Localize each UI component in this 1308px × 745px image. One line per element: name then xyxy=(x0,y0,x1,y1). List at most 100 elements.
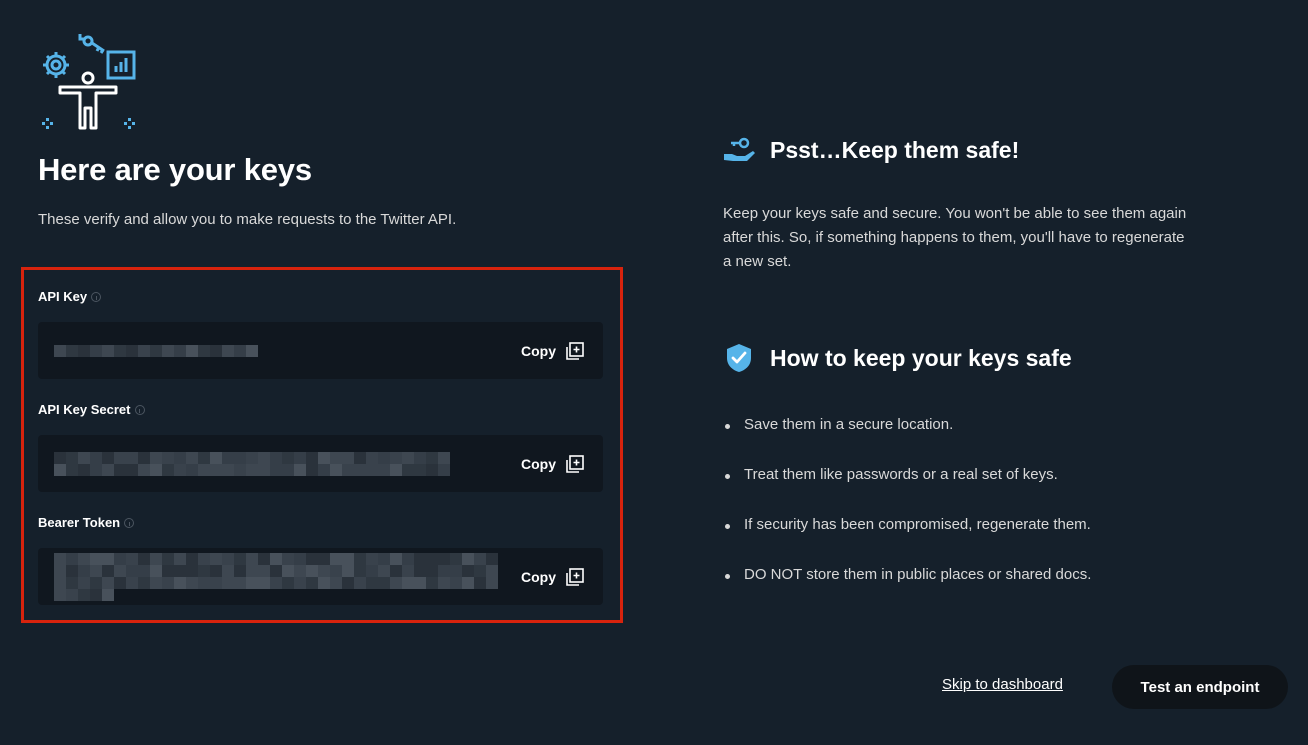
redacted-pixel xyxy=(318,576,330,589)
redacted-pixel xyxy=(90,451,102,464)
info-icon[interactable] xyxy=(134,404,145,415)
test-endpoint-button[interactable]: Test an endpoint xyxy=(1112,665,1288,709)
redacted-pixel xyxy=(126,463,138,476)
redacted-pixel xyxy=(306,552,318,565)
redacted-pixel xyxy=(390,552,402,565)
redacted-pixel xyxy=(282,564,294,577)
redacted-pixel xyxy=(246,576,258,589)
redacted-pixel xyxy=(54,344,66,357)
redacted-pixel xyxy=(102,451,114,464)
redacted-pixel xyxy=(462,589,474,601)
info-icon[interactable] xyxy=(91,291,102,302)
redacted-pixel xyxy=(186,564,198,577)
redacted-pixel xyxy=(426,552,438,565)
redacted-pixel xyxy=(114,463,126,476)
copy-label: Copy xyxy=(521,455,556,472)
safety-heading-text: Psst…Keep them safe! xyxy=(770,136,1020,163)
redacted-pixel xyxy=(318,564,330,577)
redacted-pixel xyxy=(174,344,186,357)
redacted-pixel xyxy=(66,564,78,577)
redacted-pixel xyxy=(54,451,66,464)
redacted-pixel xyxy=(102,344,114,357)
redacted-pixel xyxy=(78,576,90,589)
api-key-secret-copy-button[interactable]: Copy xyxy=(521,454,585,474)
redacted-pixel xyxy=(342,463,354,476)
api-key-field: Copy xyxy=(38,322,603,379)
redacted-pixel xyxy=(390,576,402,589)
redacted-pixel xyxy=(486,589,498,601)
redacted-pixel xyxy=(330,552,342,565)
skip-to-dashboard-link[interactable]: Skip to dashboard xyxy=(942,676,1063,693)
redacted-pixel xyxy=(162,463,174,476)
redacted-pixel xyxy=(246,564,258,577)
bearer-token-copy-button[interactable]: Copy xyxy=(521,567,585,587)
redacted-pixel xyxy=(54,463,66,476)
redacted-pixel xyxy=(426,463,438,476)
redacted-pixel xyxy=(294,552,306,565)
api-key-secret-masked-value xyxy=(54,451,450,476)
tip-item: DO NOT store them in public places or sh… xyxy=(723,566,1091,616)
redacted-pixel xyxy=(294,451,306,464)
bearer-token-field: Copy xyxy=(38,548,603,605)
redacted-pixel xyxy=(330,576,342,589)
redacted-pixel xyxy=(138,463,150,476)
bearer-token-masked-value xyxy=(54,552,504,601)
copy-icon xyxy=(566,567,584,586)
redacted-pixel xyxy=(90,344,102,357)
redacted-pixel xyxy=(474,589,486,601)
redacted-pixel xyxy=(114,564,126,577)
redacted-pixel xyxy=(222,451,234,464)
redacted-pixel xyxy=(90,463,102,476)
redacted-pixel xyxy=(366,589,378,601)
redacted-pixel xyxy=(198,344,210,357)
redacted-pixel xyxy=(294,463,306,476)
redacted-pixel xyxy=(162,564,174,577)
redacted-pixel xyxy=(186,451,198,464)
redacted-pixel xyxy=(90,564,102,577)
redacted-pixel xyxy=(66,344,78,357)
redacted-pixel xyxy=(462,564,474,577)
redacted-pixel xyxy=(186,552,198,565)
redacted-pixel xyxy=(66,463,78,476)
tip-item: If security has been compromised, regene… xyxy=(723,516,1091,566)
redacted-pixel xyxy=(114,344,126,357)
redacted-pixel xyxy=(474,576,486,589)
api-key-copy-button[interactable]: Copy xyxy=(521,341,585,361)
redacted-pixel xyxy=(258,589,270,601)
redacted-pixel xyxy=(162,552,174,565)
redacted-pixel xyxy=(66,552,78,565)
redacted-pixel xyxy=(234,576,246,589)
redacted-pixel xyxy=(318,463,330,476)
redacted-pixel xyxy=(294,576,306,589)
redacted-pixel xyxy=(222,463,234,476)
tips-list: Save them in a secure location. Treat th… xyxy=(723,416,1091,616)
copy-label: Copy xyxy=(521,342,556,359)
info-icon[interactable] xyxy=(124,517,135,528)
redacted-pixel xyxy=(438,463,450,476)
redacted-pixel xyxy=(234,589,246,601)
redacted-pixel xyxy=(438,589,450,601)
redacted-pixel xyxy=(330,463,342,476)
redacted-pixel xyxy=(222,344,234,357)
howto-heading: How to keep your keys safe xyxy=(723,342,1072,374)
redacted-pixel xyxy=(174,451,186,464)
redacted-pixel xyxy=(390,589,402,601)
copy-label: Copy xyxy=(521,568,556,585)
redacted-pixel xyxy=(330,564,342,577)
redacted-pixel xyxy=(306,463,318,476)
redacted-pixel xyxy=(114,552,126,565)
redacted-pixel xyxy=(210,451,222,464)
redacted-pixel xyxy=(78,344,90,357)
shield-check-icon xyxy=(727,344,751,372)
redacted-pixel xyxy=(378,451,390,464)
redacted-pixel xyxy=(126,451,138,464)
redacted-pixel xyxy=(162,589,174,601)
redacted-pixel xyxy=(414,576,426,589)
redacted-pixel xyxy=(126,589,138,601)
redacted-pixel xyxy=(78,552,90,565)
redacted-pixel xyxy=(414,463,426,476)
redacted-pixel xyxy=(174,552,186,565)
redacted-pixel xyxy=(150,451,162,464)
redacted-pixel xyxy=(198,589,210,601)
redacted-pixel xyxy=(414,564,426,577)
